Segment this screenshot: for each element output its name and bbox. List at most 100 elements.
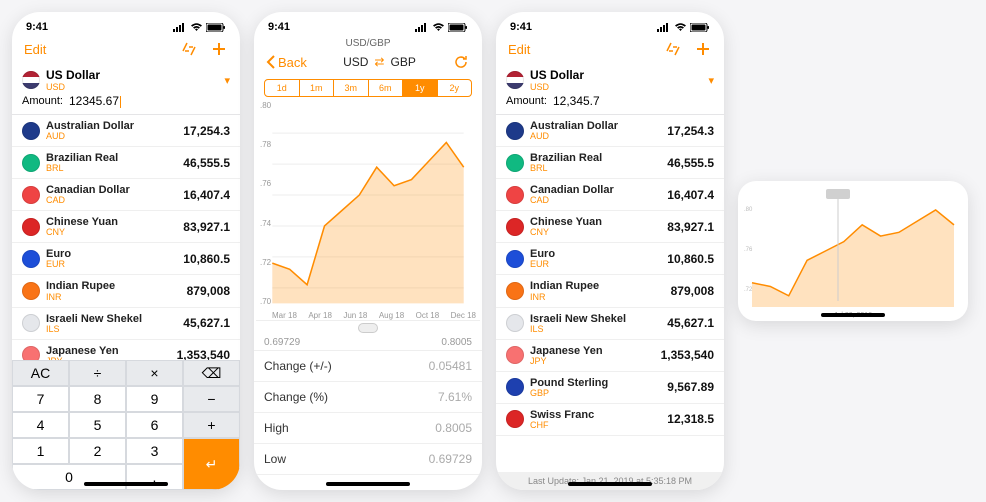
flag-icon bbox=[22, 250, 40, 268]
key-+[interactable]: + bbox=[183, 412, 240, 438]
base-flag-icon bbox=[22, 71, 40, 89]
key-−[interactable]: − bbox=[183, 386, 240, 412]
currency-row[interactable]: Canadian Dollar CAD 16,407.4 bbox=[496, 179, 724, 211]
edit-button[interactable]: Edit bbox=[508, 42, 530, 57]
currency-name: Brazilian Real bbox=[46, 152, 183, 164]
range-1y[interactable]: 1y bbox=[403, 80, 438, 96]
range-2y[interactable]: 2y bbox=[438, 80, 472, 96]
flag-icon bbox=[506, 282, 524, 300]
key-9[interactable]: 9 bbox=[126, 386, 183, 412]
swap-icon[interactable]: ⇄ bbox=[374, 55, 384, 69]
flag-icon bbox=[506, 186, 524, 204]
key-4[interactable]: 4 bbox=[12, 412, 69, 438]
currency-name: Australian Dollar bbox=[530, 120, 667, 132]
stat-row: Change (%)7.61% bbox=[254, 382, 482, 413]
key-1[interactable]: 1 bbox=[12, 438, 69, 464]
chevron-down-icon: ▾ bbox=[224, 74, 230, 87]
flag-icon bbox=[22, 186, 40, 204]
base-currency-row[interactable]: US Dollar USD ▾ bbox=[496, 64, 724, 92]
flag-icon bbox=[22, 314, 40, 332]
edit-button[interactable]: Edit bbox=[24, 42, 46, 57]
currency-list[interactable]: Australian Dollar AUD 17,254.3 Brazilian… bbox=[12, 115, 240, 360]
currency-value: 1,353,540 bbox=[177, 348, 230, 360]
currency-row[interactable]: Swiss Franc CHF 12,318.5 bbox=[496, 404, 724, 436]
currency-row[interactable]: Indian Rupee INR 879,008 bbox=[496, 275, 724, 307]
currency-row[interactable]: Israeli New Shekel ILS 45,627.1 bbox=[496, 308, 724, 340]
key-8[interactable]: 8 bbox=[69, 386, 126, 412]
add-icon[interactable] bbox=[210, 40, 228, 58]
currency-value: 10,860.5 bbox=[667, 252, 714, 266]
back-button[interactable]: Back bbox=[266, 55, 307, 70]
key-.[interactable]: . bbox=[126, 464, 183, 490]
currency-row[interactable]: Israeli New Shekel ILS 45,627.1 bbox=[12, 308, 240, 340]
range-segmented-control[interactable]: 1d1m3m6m1y2y bbox=[264, 79, 472, 97]
key-⌫[interactable]: ⌫ bbox=[183, 360, 240, 386]
status-time: 9:41 bbox=[510, 21, 532, 33]
key-0[interactable]: 0 bbox=[12, 464, 126, 490]
currency-value: 10,860.5 bbox=[183, 252, 230, 266]
currency-row[interactable]: Japanese Yen JPY 1,353,540 bbox=[496, 340, 724, 372]
currency-name: Israeli New Shekel bbox=[530, 313, 667, 325]
amount-input[interactable]: 12345.67 bbox=[69, 94, 121, 108]
status-time: 9:41 bbox=[26, 21, 48, 33]
currency-code: AUD bbox=[46, 132, 183, 141]
key-÷[interactable]: ÷ bbox=[69, 360, 126, 386]
home-indicator[interactable] bbox=[821, 313, 885, 317]
key-6[interactable]: 6 bbox=[126, 412, 183, 438]
key-AC[interactable]: AC bbox=[12, 360, 69, 386]
chart-slider[interactable] bbox=[254, 321, 482, 335]
currency-value: 1,353,540 bbox=[661, 348, 714, 362]
home-indicator[interactable] bbox=[326, 482, 410, 486]
flag-icon bbox=[506, 314, 524, 332]
flag-icon bbox=[506, 250, 524, 268]
stat-row: Change (+/-)0.05481 bbox=[254, 351, 482, 382]
currency-row[interactable]: Indian Rupee INR 879,008 bbox=[12, 275, 240, 307]
currency-row[interactable]: Australian Dollar AUD 17,254.3 bbox=[12, 115, 240, 147]
flag-icon bbox=[506, 218, 524, 236]
settings-icon[interactable] bbox=[664, 40, 682, 58]
base-name: US Dollar bbox=[46, 68, 100, 82]
currency-code: CAD bbox=[46, 196, 183, 205]
chart-area[interactable]: .80.78.76.74.72.70 Mar 18Apr 18Jun 18Aug… bbox=[256, 101, 480, 321]
currency-row[interactable]: Canadian Dollar CAD 16,407.4 bbox=[12, 179, 240, 211]
currency-value: 879,008 bbox=[671, 284, 714, 298]
amount-value[interactable]: 12,345.7 bbox=[553, 94, 600, 108]
currency-row[interactable]: Euro EUR 10,860.5 bbox=[12, 243, 240, 275]
key-3[interactable]: 3 bbox=[126, 438, 183, 464]
range-6m[interactable]: 6m bbox=[369, 80, 404, 96]
range-1d[interactable]: 1d bbox=[265, 80, 300, 96]
flag-icon bbox=[22, 154, 40, 172]
currency-row[interactable]: Brazilian Real BRL 46,555.5 bbox=[12, 147, 240, 179]
landscape-chart[interactable]: Jul 20, 2016.80 .76 .72 bbox=[738, 181, 968, 321]
currency-value: 9,567.89 bbox=[667, 380, 714, 394]
range-3m[interactable]: 3m bbox=[334, 80, 369, 96]
currency-row[interactable]: Euro EUR 10,860.5 bbox=[496, 243, 724, 275]
currency-row[interactable]: Brazilian Real BRL 46,555.5 bbox=[496, 147, 724, 179]
key-7[interactable]: 7 bbox=[12, 386, 69, 412]
currency-row[interactable]: Chinese Yuan CNY 83,927.1 bbox=[12, 211, 240, 243]
currency-row[interactable]: Chinese Yuan CNY 83,927.1 bbox=[496, 211, 724, 243]
add-icon[interactable] bbox=[694, 40, 712, 58]
stat-row: High0.8005 bbox=[254, 413, 482, 444]
key-×[interactable]: × bbox=[126, 360, 183, 386]
currency-row[interactable]: Australian Dollar AUD 17,254.3 bbox=[496, 115, 724, 147]
currency-name: Israeli New Shekel bbox=[46, 313, 183, 325]
currency-row[interactable]: Japanese Yen JPY 1,353,540 bbox=[12, 340, 240, 360]
currency-value: 46,555.5 bbox=[667, 156, 714, 170]
home-indicator[interactable] bbox=[84, 482, 168, 486]
key-2[interactable]: 2 bbox=[69, 438, 126, 464]
settings-icon[interactable] bbox=[180, 40, 198, 58]
key-5[interactable]: 5 bbox=[69, 412, 126, 438]
base-currency-row[interactable]: US Dollar USD ▾ bbox=[12, 64, 240, 92]
flag-icon bbox=[22, 346, 40, 360]
refresh-icon[interactable] bbox=[452, 53, 470, 71]
range-1m[interactable]: 1m bbox=[300, 80, 335, 96]
key-↵[interactable]: ↵ bbox=[183, 438, 240, 490]
currency-row[interactable]: Pound Sterling GBP 9,567.89 bbox=[496, 372, 724, 404]
home-indicator[interactable] bbox=[568, 482, 652, 486]
battery-icon bbox=[448, 23, 468, 32]
currency-list[interactable]: Australian Dollar AUD 17,254.3 Brazilian… bbox=[496, 115, 724, 472]
currency-value: 83,927.1 bbox=[667, 220, 714, 234]
currency-code: INR bbox=[530, 293, 671, 302]
amount-label: Amount: bbox=[506, 95, 547, 107]
